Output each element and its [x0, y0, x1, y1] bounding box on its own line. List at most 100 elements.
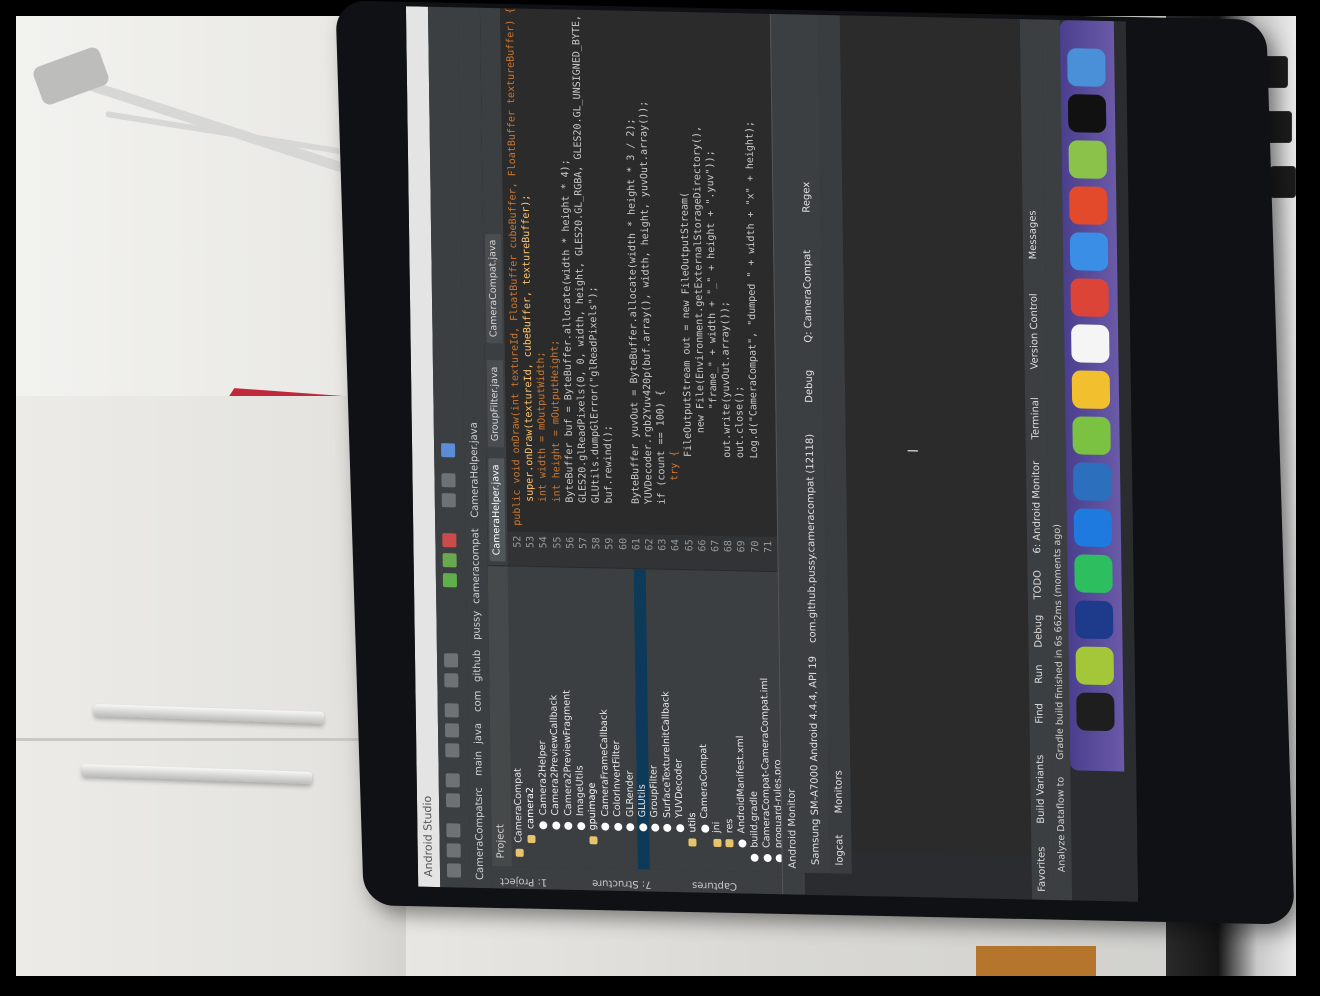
breadcrumb[interactable]: cameracompat: [468, 528, 485, 604]
tool-tab-find[interactable]: Find: [1032, 703, 1048, 724]
breadcrumb[interactable]: github: [470, 650, 486, 682]
slides-icon[interactable]: [1069, 186, 1108, 225]
line-number: 63: [657, 538, 669, 551]
qq-icon[interactable]: [1071, 370, 1111, 410]
tab-monitors[interactable]: Monitors: [831, 770, 848, 814]
line-number: 53: [525, 535, 537, 549]
class-icon: [626, 823, 635, 832]
tool-tab-structure[interactable]: 7: Structure: [592, 870, 652, 889]
tree-item-label: CameraCompat: [512, 768, 525, 843]
sdk-manager-icon[interactable]: [441, 493, 456, 508]
project-view-label[interactable]: Project: [495, 824, 506, 858]
tree-item-label: YUVDecoder: [673, 758, 686, 819]
class-icon: [750, 853, 759, 862]
folder-icon: [688, 838, 697, 847]
breadcrumb[interactable]: CameraCompat: [472, 801, 489, 880]
line-number: 54: [538, 536, 550, 549]
project-panel-header: Project: [487, 566, 512, 867]
line-number: 69: [736, 540, 748, 553]
chrome-icon[interactable]: [1070, 278, 1109, 318]
ghost-icon[interactable]: [1067, 94, 1107, 133]
logcat-output[interactable]: I: [839, 15, 1032, 856]
class-icon: [675, 824, 685, 833]
tool-tab-captures[interactable]: Captures: [692, 872, 737, 891]
breadcrumb[interactable]: src: [472, 787, 488, 802]
calendar-icon[interactable]: [1071, 324, 1110, 364]
undo-icon[interactable]: [445, 793, 461, 808]
tree-item-label: GLRender: [624, 770, 636, 818]
editor-tab[interactable]: GroupFilter.java: [486, 360, 505, 448]
xcode-icon[interactable]: [1073, 508, 1113, 548]
tool-tab-version-control[interactable]: Version Control: [1027, 293, 1044, 369]
tool-tab-favorites[interactable]: Favorites: [1034, 846, 1051, 892]
tool-tab-run[interactable]: Run: [1032, 664, 1048, 684]
android-icon[interactable]: [1075, 646, 1115, 686]
line-number: 55: [551, 536, 564, 549]
android-monitor-title: Android Monitor: [786, 788, 799, 869]
class-icon: [539, 821, 548, 830]
help-icon[interactable]: [441, 443, 456, 458]
tool-tab-terminal[interactable]: Terminal: [1028, 397, 1045, 440]
sync-icon[interactable]: [446, 823, 461, 838]
debug-icon[interactable]: [442, 553, 457, 568]
class-icon: [613, 822, 623, 831]
tree-item-label: utils: [686, 812, 698, 833]
tree-item-label: CameraFrameCallback: [598, 709, 611, 817]
run-icon[interactable]: [442, 573, 458, 588]
code-line: buf.rewind();: [603, 425, 616, 528]
tree-item-label: build.gradle: [748, 790, 761, 848]
tree-item-label: AndroidManifest.xml: [735, 735, 748, 834]
replace-icon[interactable]: [443, 653, 459, 668]
tool-tab-messages[interactable]: Messages: [1025, 210, 1042, 259]
tool-tab-todo[interactable]: TODO: [1030, 570, 1046, 600]
tool-tab-build-variants[interactable]: Build Variants: [1033, 755, 1050, 824]
tree-item-label: res: [723, 818, 736, 834]
text-cursor-icon: I: [905, 448, 922, 454]
avd-manager-icon[interactable]: [441, 473, 456, 488]
copy-icon[interactable]: [444, 723, 460, 738]
monitor-screen: Android Studio CameraCompat src main jav…: [405, 6, 1139, 902]
terminal-icon[interactable]: [1076, 692, 1115, 732]
tool-tab-debug[interactable]: Debug: [1031, 615, 1047, 648]
process-selector[interactable]: com.github.pussy.cameracompat (12118): [803, 434, 822, 643]
cut-icon[interactable]: [445, 743, 460, 758]
line-number: 60: [617, 537, 630, 551]
class-icon: [576, 821, 585, 831]
breadcrumb[interactable]: main: [471, 751, 487, 776]
save-icon[interactable]: [446, 843, 461, 858]
editor-tab[interactable]: CameraCompat.java: [485, 233, 503, 344]
line-number: 56: [565, 536, 577, 549]
stop-icon[interactable]: [442, 533, 457, 548]
breadcrumb[interactable]: CameraHelper.java: [467, 422, 484, 518]
android-studio-icon[interactable]: [1068, 140, 1107, 179]
regex-checkbox[interactable]: Regex: [799, 182, 815, 213]
line-number: 66: [697, 539, 709, 552]
paste-icon[interactable]: [444, 703, 459, 718]
folder-icon: [527, 834, 536, 844]
breadcrumb[interactable]: com: [470, 690, 486, 712]
finder-icon[interactable]: [1069, 232, 1109, 272]
tree-item-label: GroupFilter: [648, 765, 661, 818]
app-icon[interactable]: [1072, 462, 1112, 502]
log-level-select[interactable]: Debug: [802, 370, 818, 403]
photos-icon[interactable]: [1067, 48, 1106, 87]
tab-logcat[interactable]: logcat: [832, 835, 848, 866]
chat-icon[interactable]: [1072, 416, 1111, 456]
intellij-icon[interactable]: [1074, 600, 1114, 640]
line-number: 57: [578, 536, 590, 550]
search-icon[interactable]: [444, 673, 459, 688]
tree-item-label: gpuimage: [587, 782, 599, 831]
tree-item-label: jni: [711, 821, 723, 834]
evernote-icon[interactable]: [1074, 554, 1113, 594]
mac-dock: [1059, 19, 1125, 772]
redo-icon[interactable]: [445, 773, 460, 788]
breadcrumb[interactable]: java: [471, 723, 487, 744]
tool-tab-android-monitor[interactable]: 6: Android Monitor: [1029, 461, 1046, 554]
editor-tab[interactable]: CameraHelper.java: [488, 458, 506, 562]
tool-tab-project[interactable]: 1: Project: [500, 868, 547, 887]
open-icon[interactable]: [446, 863, 462, 878]
breadcrumb[interactable]: pussy: [469, 611, 485, 640]
tree-item-label: CameraCompat: [698, 743, 711, 819]
log-filter-input[interactable]: Q: CameraCompat: [800, 250, 817, 343]
device-selector[interactable]: Samsung SM-A7000 Android 4.4.4, API 19: [806, 656, 825, 865]
